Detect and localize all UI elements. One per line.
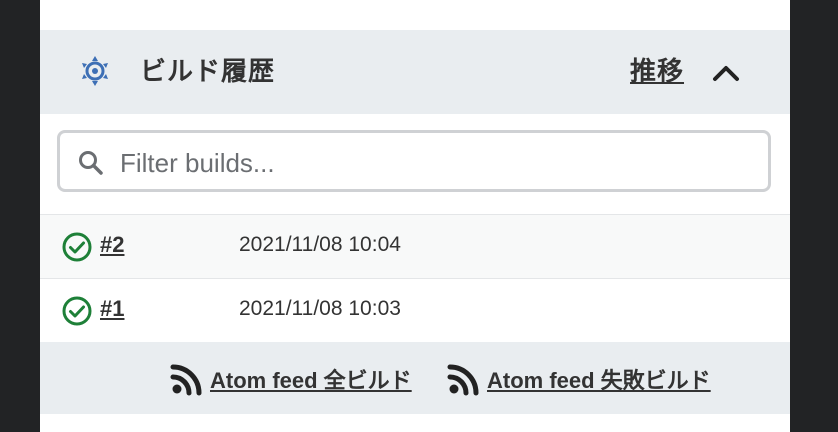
- trend-link[interactable]: 推移: [630, 51, 684, 88]
- gear-icon: [82, 56, 108, 86]
- search-icon: [79, 151, 103, 175]
- build-history-header: ビルド履歴 推移: [40, 30, 790, 114]
- build-row: #2 2021/11/08 10:04: [40, 214, 790, 278]
- build-timestamp: 2021/11/08 10:03: [239, 297, 401, 320]
- feed-label: Atom feed 全ビルド: [210, 368, 412, 393]
- filter-builds-input[interactable]: [118, 143, 752, 183]
- build-timestamp: 2021/11/08 10:04: [239, 233, 401, 256]
- success-check-icon: [62, 232, 92, 262]
- build-row: #1 2021/11/08 10:03: [40, 278, 790, 342]
- rss-icon: [447, 364, 479, 396]
- atom-feed-failed-link[interactable]: Atom feed 失敗ビルド: [447, 362, 711, 396]
- build-number-link[interactable]: #1: [100, 296, 124, 322]
- build-number-link[interactable]: #2: [100, 232, 124, 258]
- chevron-up-icon[interactable]: [712, 60, 740, 84]
- success-check-icon: [62, 296, 92, 326]
- section-title: ビルド履歴: [140, 56, 276, 86]
- rss-icon: [170, 364, 202, 396]
- feed-links-bar: Atom feed 全ビルド Atom feed 失敗ビルド: [40, 342, 790, 414]
- feed-label: Atom feed 失敗ビルド: [487, 368, 711, 393]
- build-history-panel: ビルド履歴 推移 #2 2021/11/08 10:04 #1 2021/11/…: [40, 0, 790, 432]
- filter-builds-box: [57, 130, 771, 192]
- atom-feed-all-link[interactable]: Atom feed 全ビルド: [170, 362, 412, 396]
